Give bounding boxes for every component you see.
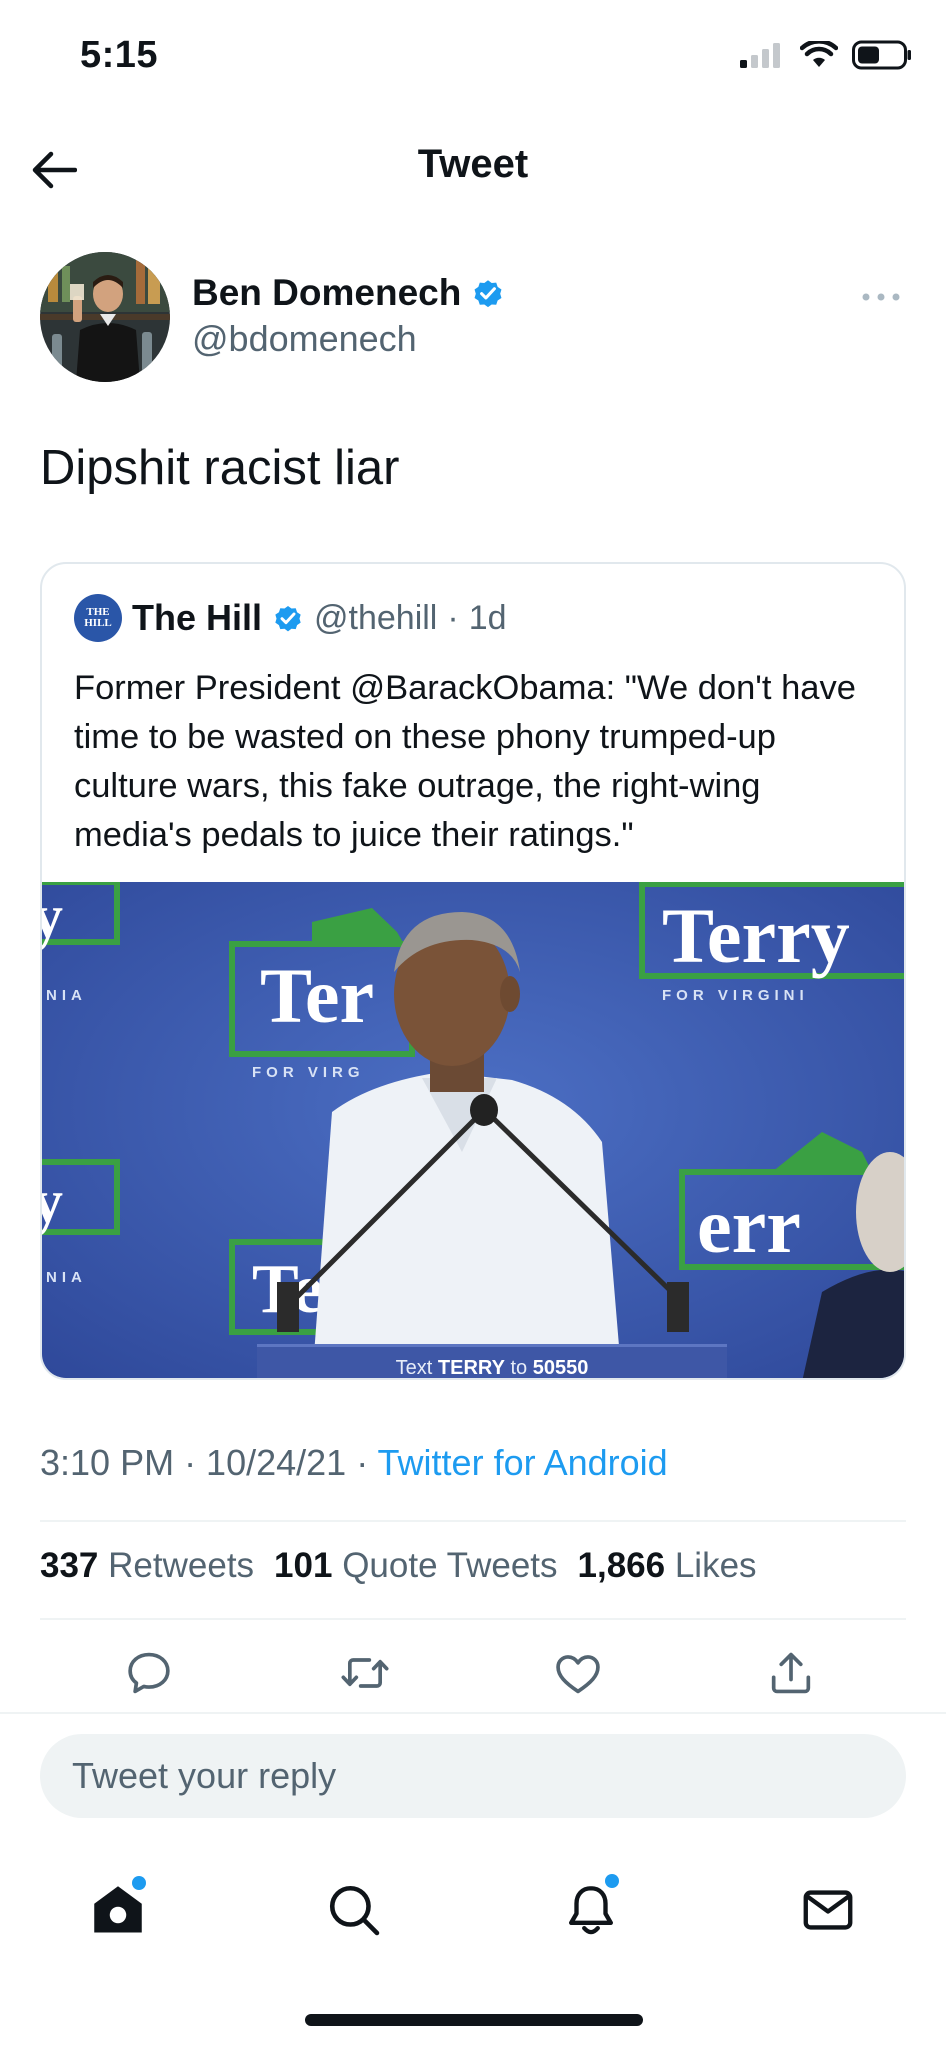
quoted-author-handle: @thehill: [314, 598, 438, 637]
cellular-signal-icon: [740, 43, 780, 68]
quoted-tweet-avatar: THE HILL: [74, 594, 122, 642]
sign-lettering: Ter: [260, 952, 374, 1039]
like-icon: [556, 1655, 600, 1694]
engagement-stats: 337 Retweets 101 Quote Tweets 1,866 Like…: [40, 1546, 757, 1586]
retweets-stat[interactable]: 337 Retweets: [40, 1546, 254, 1586]
author-name-row: Ben Domenech: [192, 272, 505, 314]
rally-photo: y Ter Terry err y Ter FOR VIRG FOR VIRGI…: [42, 879, 904, 1379]
wifi-icon: [800, 41, 838, 67]
search-icon: [329, 1885, 380, 1936]
status-bar: 5:15: [0, 0, 946, 110]
logo-text-bottom: HILL: [84, 617, 112, 629]
notifications-icon: [569, 1886, 613, 1935]
retweet-icon: [341, 1658, 389, 1688]
separator-dot: ·: [447, 598, 459, 637]
retweet-button[interactable]: [332, 1640, 398, 1706]
page-title: Tweet: [417, 142, 529, 186]
likes-label: Likes: [674, 1546, 757, 1585]
more-options-button[interactable]: [856, 282, 906, 312]
sign-sublettering: NIA: [46, 1269, 87, 1286]
divider: [40, 1618, 906, 1620]
header: Tweet: [0, 120, 946, 216]
quote-tweets-count: 101: [274, 1546, 333, 1585]
tweet-author: Ben Domenech @bdomenech: [40, 252, 906, 382]
messages-icon: [803, 1890, 853, 1930]
avatar[interactable]: [40, 252, 170, 382]
tab-messages[interactable]: [790, 1872, 866, 1948]
quoted-tweet-header: THE HILL The Hill @thehill · 1d: [74, 594, 507, 642]
share-button[interactable]: [758, 1640, 824, 1706]
reply-icon: [128, 1652, 170, 1694]
sign-sublettering: NIA: [46, 987, 87, 1004]
author-handle[interactable]: @bdomenech: [192, 318, 417, 360]
tab-notifications[interactable]: [553, 1872, 629, 1948]
reply-button[interactable]: [116, 1640, 182, 1706]
avatar-image: [40, 252, 170, 382]
home-new-dot: [132, 1876, 146, 1890]
reply-input[interactable]: [40, 1734, 906, 1818]
battery-icon: [852, 40, 911, 70]
quote-tweets-label: Quote Tweets: [342, 1546, 558, 1585]
divider: [0, 1712, 946, 1714]
tweet-actions: [0, 1640, 946, 1710]
home-indicator: [305, 2014, 643, 2026]
share-icon: [771, 1652, 811, 1694]
sign-lettering: err: [697, 1182, 801, 1269]
retweets-label: Retweets: [108, 1546, 255, 1585]
likes-stat[interactable]: 1,866 Likes: [578, 1546, 757, 1586]
podium: Text TERRY to 50550: [257, 1344, 727, 1379]
more-horizontal-icon: [862, 293, 900, 301]
quoted-author-name: The Hill: [132, 597, 263, 638]
like-button[interactable]: [545, 1640, 611, 1706]
status-time: 5:15: [80, 34, 159, 76]
quoted-tweet-card[interactable]: THE HILL The Hill @thehill · 1d Former P…: [40, 562, 906, 1380]
sign-lettering: y: [42, 883, 63, 951]
verified-badge-icon: [275, 606, 301, 632]
source-link[interactable]: Twitter for Android: [378, 1442, 668, 1483]
author-name[interactable]: Ben Domenech: [192, 272, 461, 314]
status-icons: [740, 40, 912, 70]
likes-count: 1,866: [577, 1546, 666, 1585]
quoted-tweet-text: Former President @BarackObama: "We don't…: [74, 669, 856, 854]
tab-search[interactable]: [316, 1872, 392, 1948]
quoted-tweet-media[interactable]: y Ter Terry err y Ter FOR VIRG FOR VIRGI…: [42, 879, 904, 1379]
bottom-tab-bar: [0, 1860, 946, 1960]
quoted-tweet-time: 1d: [468, 598, 507, 637]
sign-sublettering: FOR VIRGINI: [662, 987, 809, 1004]
quote-tweets-stat[interactable]: 101 Quote Tweets: [274, 1546, 557, 1586]
notifications-new-dot: [605, 1874, 619, 1888]
retweets-count: 337: [40, 1546, 99, 1585]
sign-lettering: y: [42, 1168, 63, 1236]
sign-sublettering: FOR VIRG: [252, 1064, 365, 1081]
sign-lettering: Terry: [662, 892, 850, 979]
timestamp-text: 3:10 PM · 10/24/21 ·: [40, 1442, 369, 1483]
tweet-text: Dipshit racist liar: [40, 441, 400, 495]
tab-home[interactable]: [80, 1872, 156, 1948]
podium-text: Text TERRY to 50550: [396, 1357, 589, 1379]
divider: [40, 1520, 906, 1522]
tweet-timestamp: 3:10 PM · 10/24/21 · Twitter for Android: [40, 1442, 668, 1484]
verified-badge-icon: [474, 280, 502, 308]
reply-box[interactable]: [40, 1734, 906, 1818]
